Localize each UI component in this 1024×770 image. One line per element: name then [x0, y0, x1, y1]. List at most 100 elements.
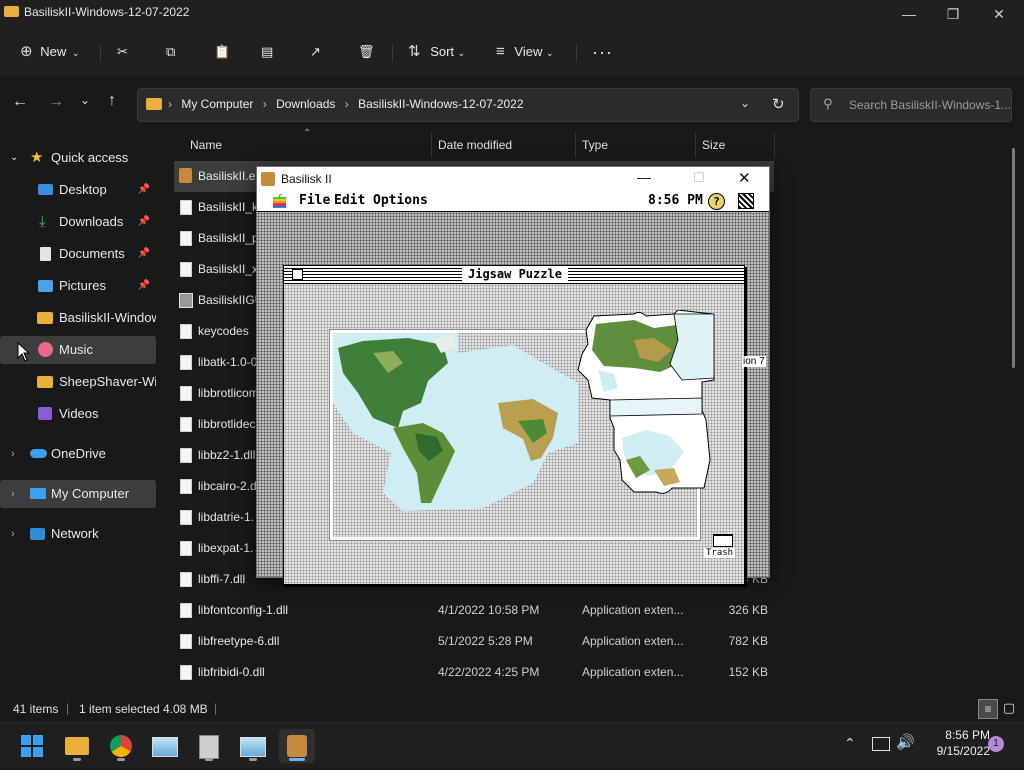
file-row[interactable]: libfribidi-0.dll 4/22/2022 4:25 PM Appli… [174, 657, 774, 688]
trash-icon[interactable] [713, 534, 733, 547]
basilisk-app-icon [261, 172, 275, 186]
share-icon[interactable]: ↗ [310, 38, 321, 66]
application-menu-icon[interactable] [738, 193, 754, 209]
nav-basilisk-folder[interactable]: BasiliskII-Windows [0, 304, 156, 332]
help-balloon-icon[interactable]: ? [708, 193, 725, 210]
music-icon [38, 342, 53, 357]
delete-icon[interactable]: 🗑 [358, 38, 375, 66]
vertical-scrollbar[interactable] [1012, 148, 1015, 368]
more-options-button[interactable]: ··· [592, 38, 613, 66]
basilisk-maximize-button[interactable]: ☐ [693, 170, 705, 186]
clock[interactable]: 8:56 PM 9/15/2022 [920, 728, 990, 758]
column-header-size[interactable]: Size [702, 132, 725, 158]
file-row[interactable]: libfreetype-6.dll 5/1/2022 5:28 PM Appli… [174, 626, 774, 657]
sort-button[interactable]: ⇅ Sort ⌄ [408, 38, 465, 66]
new-button[interactable]: ⊕ New ⌄ [20, 38, 79, 66]
file-row[interactable]: libfontconfig-1.dll 4/1/2022 10:58 PM Ap… [174, 595, 774, 626]
nav-desktop[interactable]: Desktop 📌 [0, 176, 156, 204]
notification-badge[interactable]: 1 [988, 736, 1004, 752]
apple-icon[interactable] [273, 194, 286, 208]
start-button[interactable] [14, 729, 50, 763]
file-icon [180, 262, 192, 277]
chevron-up-icon[interactable]: ⌃ [844, 735, 856, 752]
chevron-right-icon[interactable]: › [11, 440, 15, 468]
copy-icon[interactable]: ⧉ [166, 38, 175, 66]
mac-clock[interactable]: 8:56 PM [648, 193, 703, 208]
back-button[interactable]: ← [12, 93, 28, 111]
pin-icon: 📌 [137, 280, 150, 291]
column-header-type[interactable]: Type [582, 132, 608, 158]
tiles-view-button[interactable]: ▢ [1000, 699, 1018, 717]
file-name: keycodes [198, 324, 249, 338]
chevron-right-icon[interactable]: › [11, 480, 15, 508]
taskbar-basilisk[interactable] [279, 729, 315, 763]
nav-network[interactable]: › Network [0, 520, 156, 548]
divider [575, 132, 576, 158]
basilisk-close-button[interactable]: ✕ [738, 169, 751, 187]
nav-pictures[interactable]: Pictures 📌 [0, 272, 156, 300]
mac-menu-edit[interactable]: Edit [334, 193, 365, 208]
mac-menu-bar: File Edit Options 8:56 PM ? [257, 191, 769, 212]
dll-file-icon [180, 603, 192, 618]
view-icon: ≡ [496, 43, 505, 60]
clock-date: 9/15/2022 [936, 744, 990, 758]
basilisk-minimize-button[interactable]: — [637, 169, 651, 185]
minimize-button[interactable]: — [886, 0, 932, 28]
up-button[interactable]: ↑ [108, 92, 116, 110]
basilisk-app-icon [179, 168, 192, 183]
taskbar-chrome[interactable] [103, 729, 139, 763]
recent-locations-button[interactable]: ⌄ [80, 93, 90, 107]
address-bar[interactable]: › My Computer › Downloads › BasiliskII-W… [137, 88, 799, 122]
taskbar-basilisk-gui[interactable] [191, 729, 227, 763]
forward-button[interactable]: → [48, 93, 64, 111]
details-view-button[interactable]: ≡ [978, 699, 998, 719]
folder-icon [37, 376, 53, 388]
chevron-right-icon[interactable]: › [11, 520, 15, 548]
nav-documents[interactable]: Documents 📌 [0, 240, 156, 268]
nav-onedrive[interactable]: › OneDrive [0, 440, 156, 468]
column-header-name[interactable]: Name [190, 132, 222, 158]
rename-icon[interactable]: ▤ [261, 38, 273, 66]
paste-icon[interactable]: 📋 [214, 38, 230, 66]
divider: | [66, 701, 70, 715]
volume-icon[interactable]: 🔊 [896, 733, 915, 751]
nav-sheepshaver-folder[interactable]: SheepShaver-Wind [0, 368, 156, 396]
breadcrumb-item[interactable]: Downloads [276, 97, 335, 111]
item-count: 41 items [13, 702, 59, 716]
view-button[interactable]: ≡ View ⌄ [496, 38, 554, 66]
video-icon [38, 407, 52, 420]
file-name: BasiliskII_k [198, 200, 259, 214]
maximize-button[interactable]: ❐ [930, 0, 976, 28]
breadcrumb-item[interactable]: BasiliskII-Windows-12-07-2022 [358, 97, 523, 111]
chevron-down-icon[interactable]: ⌄ [740, 96, 750, 110]
chevron-down-icon: ⌄ [71, 48, 80, 58]
search-box[interactable]: ⚲ Search BasiliskII-Windows-1... [810, 88, 1012, 122]
nav-videos[interactable]: Videos [0, 400, 156, 428]
column-header-date[interactable]: Date modified [438, 132, 512, 158]
file-date: 4/22/2022 4:25 PM [438, 665, 540, 679]
divider [100, 44, 101, 62]
pin-icon: 📌 [137, 216, 150, 227]
taskbar-file-explorer[interactable] [59, 729, 95, 763]
file-type: Application exten... [582, 665, 684, 679]
jigsaw-title-bar[interactable]: Jigsaw Puzzle [284, 266, 744, 284]
network-icon[interactable] [872, 737, 890, 751]
cut-icon[interactable]: ✂ [117, 38, 128, 66]
refresh-icon[interactable]: ↻ [772, 95, 785, 113]
search-input[interactable]: Search BasiliskII-Windows-1... [849, 98, 1011, 112]
close-button[interactable]: ✕ [976, 0, 1022, 28]
nav-quick-access[interactable]: ⌄ ★ Quick access [0, 144, 156, 172]
nav-my-computer[interactable]: › My Computer [0, 480, 156, 508]
nav-label: Documents [59, 246, 125, 261]
close-box[interactable] [292, 269, 303, 280]
chevron-down-icon[interactable]: ⌄ [10, 144, 18, 172]
breadcrumb-item[interactable]: My Computer [181, 97, 253, 111]
file-type: Application exten... [582, 634, 684, 648]
mac-desktop: Jigsaw Puzzle Trash [257, 212, 769, 585]
mac-menu-file[interactable]: File [299, 193, 330, 208]
nav-downloads[interactable]: ⤓ Downloads 📌 [0, 208, 156, 236]
taskbar-app-mountain-2[interactable] [235, 729, 271, 763]
mac-menu-options[interactable]: Options [373, 193, 428, 208]
clock-time: 8:56 PM [945, 728, 990, 742]
taskbar-app-mountain[interactable] [147, 729, 183, 763]
